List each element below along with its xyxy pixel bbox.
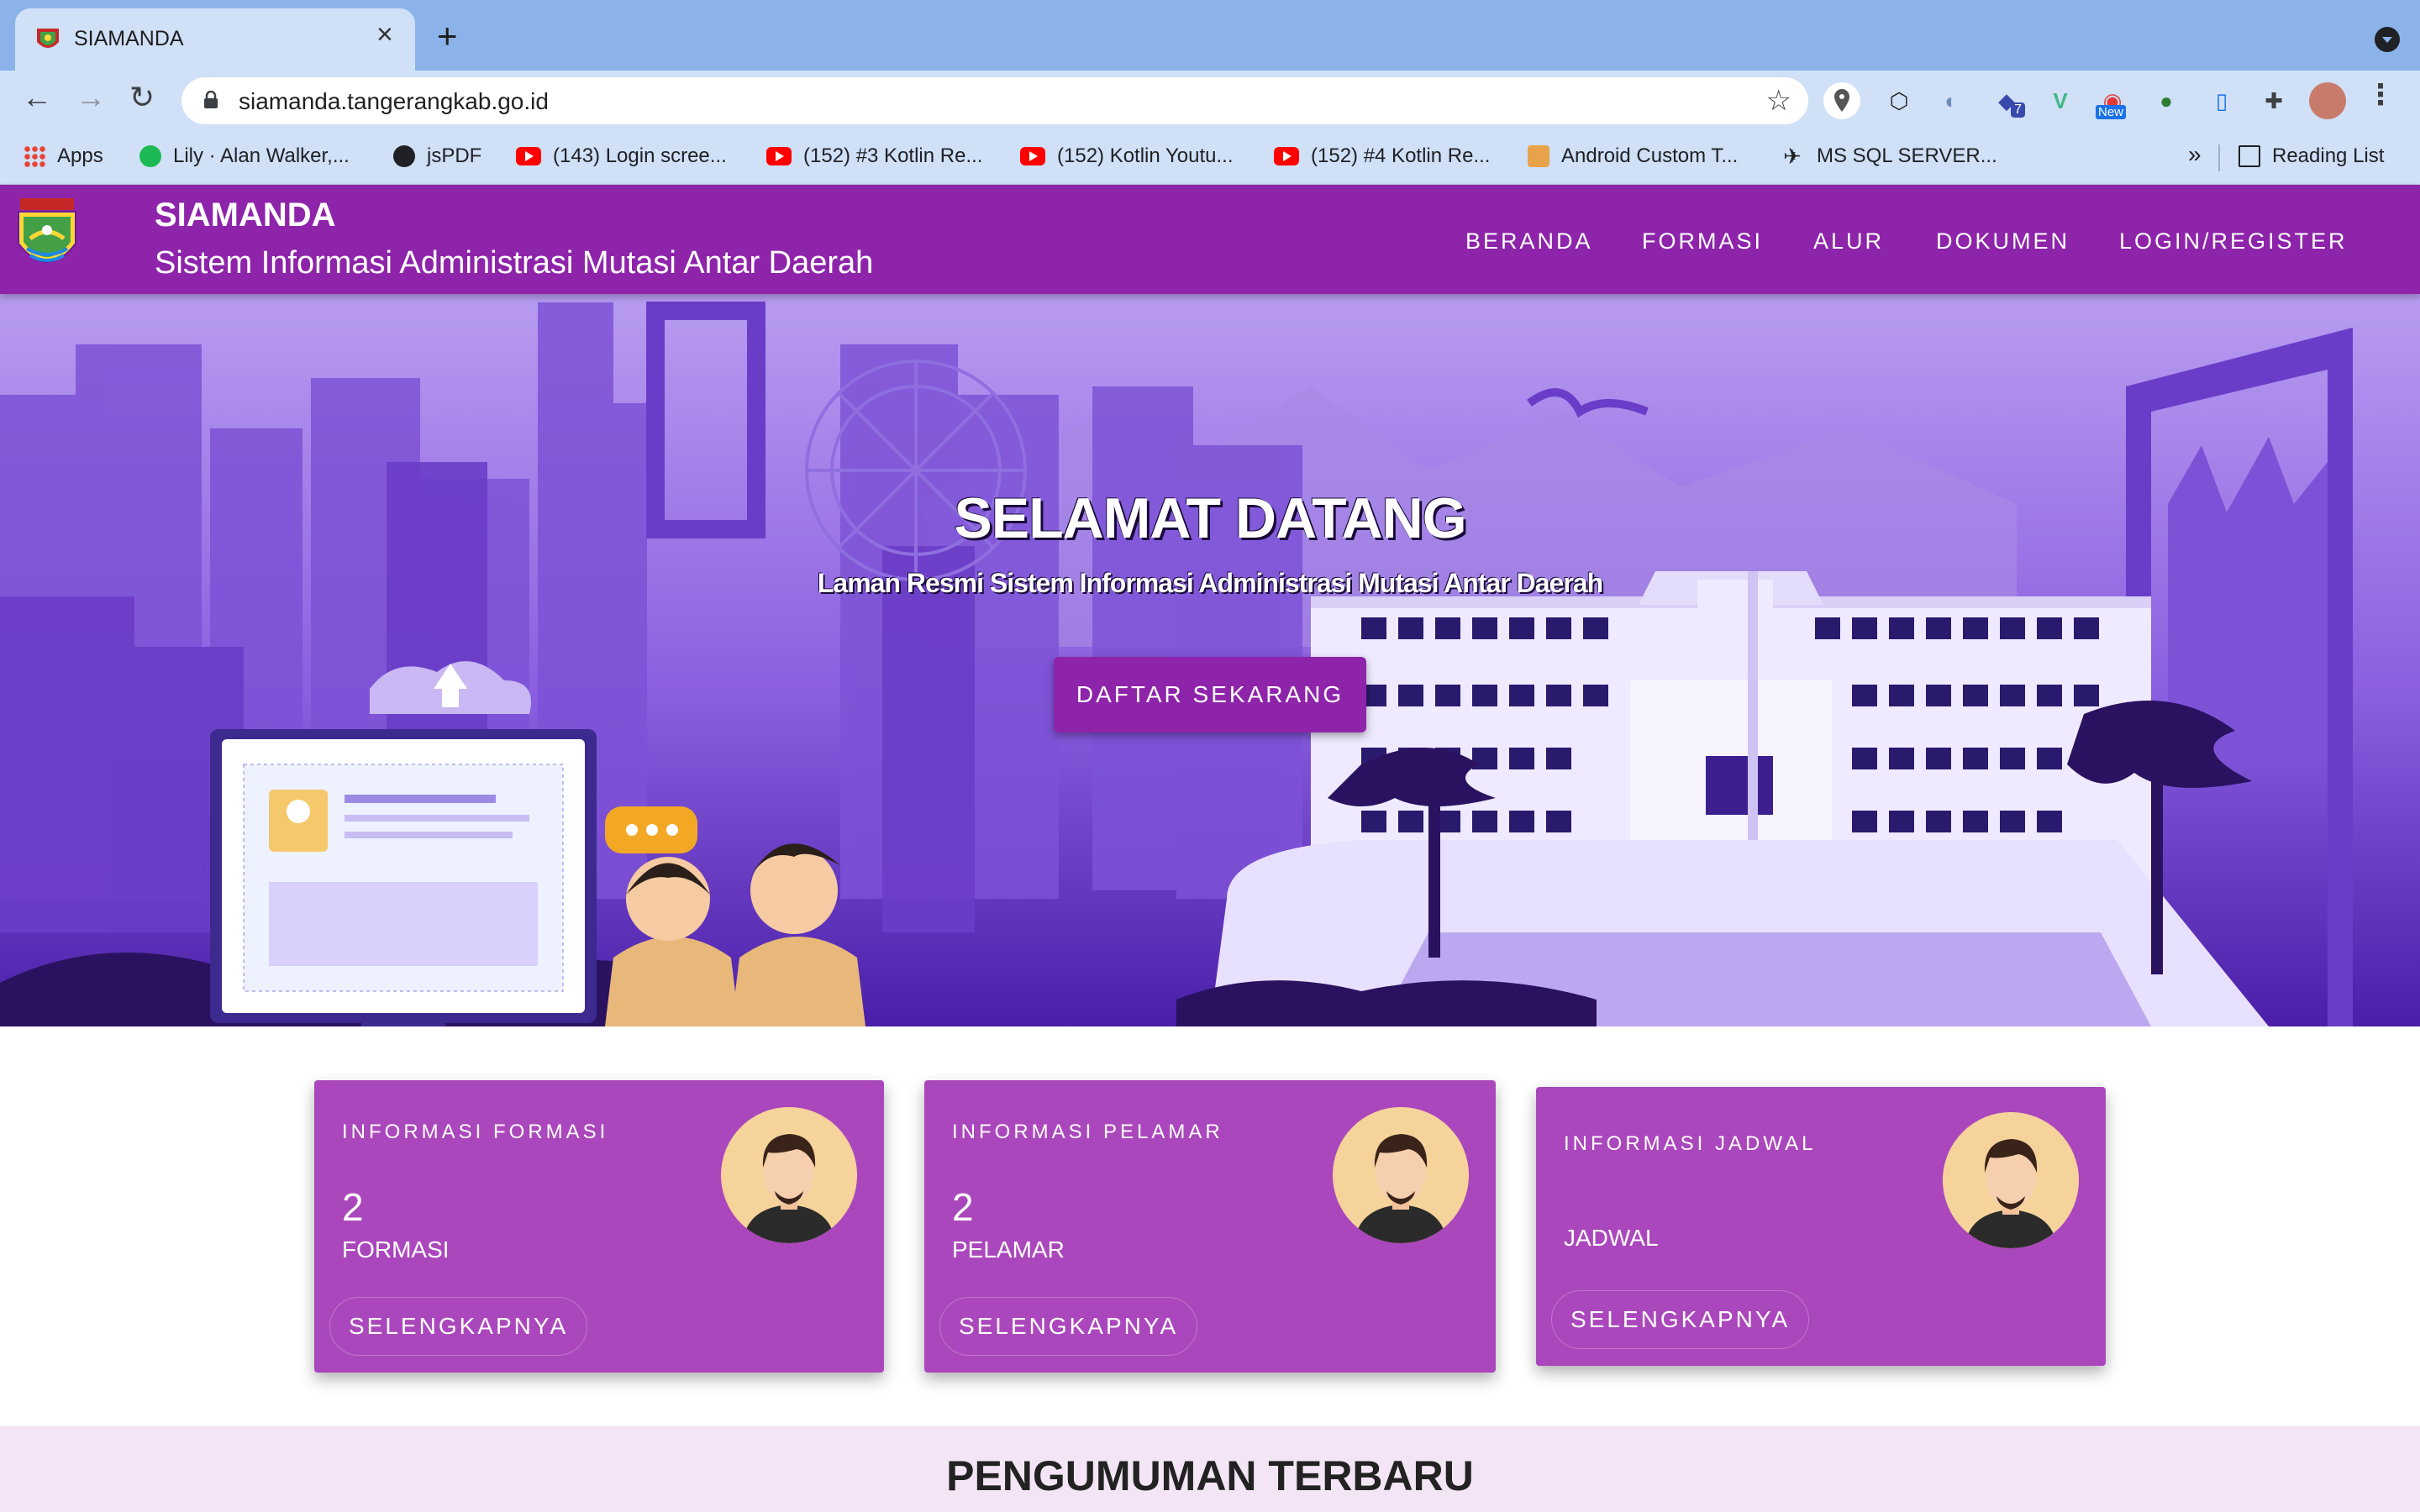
- color-extension-icon[interactable]: ◉ New: [2094, 82, 2131, 119]
- hero-banner: SELAMAT DATANG Laman Resmi Sistem Inform…: [0, 294, 2420, 1026]
- browser-tab[interactable]: SIAMANDA ×: [15, 8, 415, 71]
- card-count: 2: [952, 1185, 974, 1229]
- nav-beranda[interactable]: BERANDA: [1465, 228, 1593, 255]
- user-avatar-icon: [721, 1107, 857, 1243]
- card-more-button[interactable]: SELENGKAPNYA: [329, 1297, 588, 1356]
- phone-extension-icon[interactable]: ▯: [2203, 82, 2240, 119]
- site-header: SIAMANDA Sistem Informasi Administrasi M…: [0, 185, 2420, 294]
- card-unit: PELAMAR: [952, 1236, 1065, 1263]
- lock-icon: [204, 91, 218, 108]
- green-extension-icon[interactable]: ●: [2148, 82, 2185, 119]
- card-more-button[interactable]: SELENGKAPNYA: [1551, 1290, 1810, 1349]
- globe-icon: [393, 145, 415, 167]
- stack-extension-icon[interactable]: ◆ 7: [1988, 82, 2025, 119]
- bookmark-kotlin-youtube[interactable]: (152) Kotlin Youtu...: [1020, 144, 1233, 168]
- kabupaten-logo-icon: [18, 198, 76, 263]
- android-icon: [1528, 145, 1549, 167]
- user-avatar-icon: [1333, 1107, 1469, 1243]
- announcements-section: PENGUMUMAN TERBARU: [0, 1426, 2420, 1512]
- youtube-icon: [766, 147, 792, 165]
- back-icon[interactable]: ←: [22, 82, 52, 113]
- hero-subtitle: Laman Resmi Sistem Informasi Administras…: [817, 568, 1603, 598]
- bookmark-ms-sql[interactable]: ✈ MS SQL SERVER...: [1783, 144, 1997, 168]
- nav-login-register[interactable]: LOGIN/REGISTER: [2119, 228, 2348, 255]
- apps-grid-icon: [24, 145, 45, 167]
- card-more-button[interactable]: SELENGKAPNYA: [939, 1297, 1198, 1356]
- card-title: INFORMASI PELAMAR: [952, 1121, 1223, 1143]
- card-unit: JADWAL: [1564, 1225, 1659, 1251]
- browser-toolbar: ← → ↻ siamanda.tangerangkab.go.id ☆ ⬡ ◐ …: [0, 71, 2420, 131]
- swirl-extension-icon[interactable]: ◐: [1933, 82, 1970, 119]
- browser-menu-icon[interactable]: ⋮: [2366, 81, 2395, 109]
- profile-avatar[interactable]: [2309, 82, 2346, 119]
- address-bar[interactable]: siamanda.tangerangkab.go.id ☆: [182, 77, 1808, 124]
- announcements-title: PENGUMUMAN TERBARU: [946, 1452, 1474, 1499]
- nav-alur[interactable]: ALUR: [1813, 228, 1884, 255]
- site-name[interactable]: SIAMANDA: [155, 197, 336, 234]
- bookmark-jspdf[interactable]: jsPDF: [393, 144, 481, 168]
- tab-title: SIAMANDA: [74, 27, 184, 50]
- card-title: INFORMASI FORMASI: [342, 1121, 609, 1143]
- card-unit: FORMASI: [342, 1236, 450, 1263]
- bookmark-kotlin-4[interactable]: (152) #4 Kotlin Re...: [1274, 144, 1490, 168]
- user-avatar-icon: [1943, 1112, 2079, 1248]
- reload-icon[interactable]: ↻: [129, 82, 155, 113]
- reading-list-button[interactable]: Reading List: [2238, 144, 2384, 168]
- browser-tab-strip: SIAMANDA × +: [0, 0, 2420, 71]
- more-bookmarks-icon[interactable]: »: [2188, 141, 2202, 168]
- info-card-jadwal: INFORMASI JADWAL JADWAL SELENGKAPNYA: [1536, 1087, 2106, 1366]
- bookmarks-bar: Apps Lily · Alan Walker,... jsPDF (143) …: [0, 131, 2420, 185]
- extensions-puzzle-icon[interactable]: ✚: [2255, 82, 2292, 119]
- vue-devtools-extension-icon[interactable]: V: [2042, 82, 2079, 119]
- new-tab-icon[interactable]: +: [437, 18, 458, 54]
- forward-icon[interactable]: →: [76, 82, 106, 113]
- nav-formasi[interactable]: FORMASI: [1642, 228, 1763, 255]
- youtube-icon: [1020, 147, 1045, 165]
- plane-icon: ✈: [1783, 144, 1802, 169]
- cube-extension-icon[interactable]: ⬡: [1881, 82, 1918, 119]
- reading-list-icon: [2238, 145, 2260, 167]
- bookmark-kotlin-3[interactable]: (152) #3 Kotlin Re...: [766, 144, 982, 168]
- site-favicon-icon: [37, 29, 59, 48]
- info-card-pelamar: INFORMASI PELAMAR 2 PELAMAR SELENGKAPNYA: [924, 1080, 1496, 1373]
- bookmark-login-screen[interactable]: (143) Login scree...: [516, 144, 727, 168]
- youtube-icon: [516, 147, 541, 165]
- bookmark-android-custom[interactable]: Android Custom T...: [1528, 144, 1738, 168]
- bookmarks-separator: [2218, 144, 2220, 171]
- spotify-icon: [139, 145, 161, 167]
- bookmark-apps[interactable]: Apps: [24, 144, 103, 168]
- card-count: 2: [342, 1185, 364, 1229]
- nav-dokumen[interactable]: DOKUMEN: [1936, 228, 2070, 255]
- youtube-icon: [1274, 147, 1299, 165]
- url-text: siamanda.tangerangkab.go.id: [239, 88, 549, 114]
- tab-search-icon[interactable]: [2375, 27, 2400, 52]
- bookmark-lily[interactable]: Lily · Alan Walker,...: [139, 144, 350, 168]
- tab-close-icon[interactable]: ×: [376, 20, 393, 49]
- bookmark-star-icon[interactable]: ☆: [1766, 84, 1791, 118]
- card-title: INFORMASI JADWAL: [1564, 1132, 1817, 1155]
- register-now-button[interactable]: DAFTAR SEKARANG: [1054, 657, 1366, 732]
- maps-pin-extension-icon[interactable]: [1823, 82, 1860, 119]
- site-subtitle: Sistem Informasi Administrasi Mutasi Ant…: [155, 245, 874, 281]
- hero-title: SELAMAT DATANG: [954, 486, 1466, 550]
- info-card-formasi: INFORMASI FORMASI 2 FORMASI SELENGKAPNYA: [314, 1080, 884, 1373]
